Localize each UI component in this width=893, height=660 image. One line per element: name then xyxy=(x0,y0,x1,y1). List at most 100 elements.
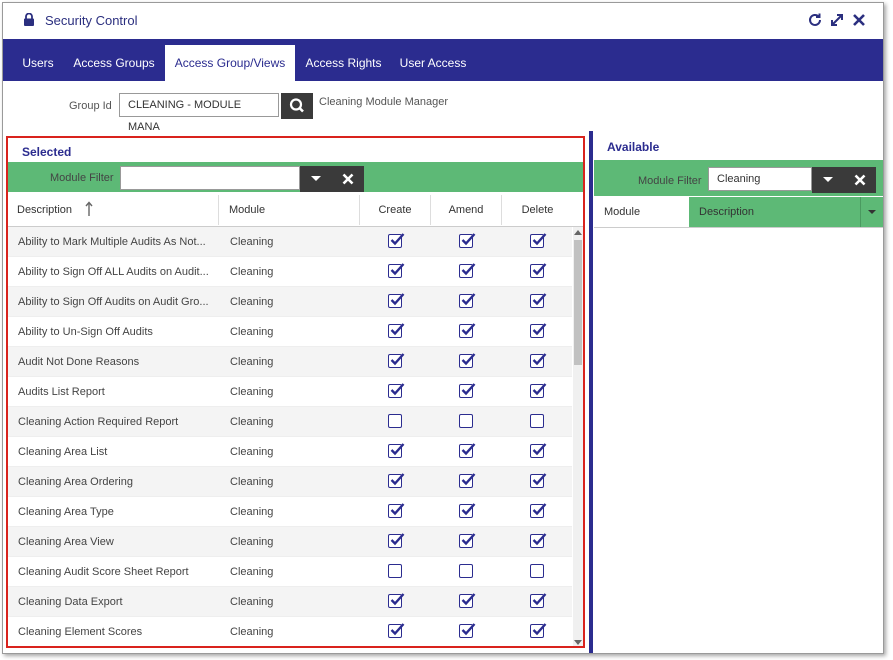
delete-checkbox[interactable] xyxy=(530,323,547,338)
column-header-amend[interactable]: Amend xyxy=(431,195,502,225)
column-menu-button[interactable] xyxy=(860,197,883,227)
create-checkbox[interactable] xyxy=(388,263,405,278)
row-description: Cleaning Action Required Report xyxy=(18,416,179,428)
amend-checkbox[interactable] xyxy=(459,623,476,638)
create-checkbox[interactable] xyxy=(388,414,402,428)
create-checkbox[interactable] xyxy=(388,323,405,338)
create-checkbox[interactable] xyxy=(388,623,405,638)
amend-checkbox[interactable] xyxy=(459,293,476,308)
group-id-search-button[interactable] xyxy=(281,93,313,119)
checkmark-icon xyxy=(461,293,476,306)
module-filter-dropdown-button[interactable] xyxy=(300,166,332,192)
create-checkbox[interactable] xyxy=(388,503,405,518)
table-row[interactable]: Cleaning Area Type Cleaning xyxy=(8,497,572,527)
available-column-description[interactable]: Description xyxy=(689,197,883,227)
column-header-create[interactable]: Create xyxy=(360,195,431,225)
column-header-module[interactable]: Module xyxy=(219,195,360,225)
table-row[interactable]: Cleaning Area List Cleaning xyxy=(8,437,572,467)
checkmark-icon xyxy=(390,233,405,246)
table-row[interactable]: Cleaning Area Ordering Cleaning xyxy=(8,467,572,497)
column-header-delete[interactable]: Delete xyxy=(502,195,573,225)
create-checkbox[interactable] xyxy=(388,383,405,398)
available-filter-clear-button[interactable] xyxy=(844,167,876,193)
create-checkbox[interactable] xyxy=(388,353,405,368)
checkmark-icon xyxy=(461,533,476,546)
delete-checkbox[interactable] xyxy=(530,623,547,638)
delete-checkbox[interactable] xyxy=(530,503,547,518)
row-module: Cleaning xyxy=(230,476,274,488)
clear-icon xyxy=(342,173,354,185)
tab-access-rights[interactable]: Access Rights xyxy=(301,45,386,81)
amend-checkbox[interactable] xyxy=(459,263,476,278)
module-filter-clear-button[interactable] xyxy=(332,166,364,192)
delete-checkbox[interactable] xyxy=(530,443,547,458)
amend-checkbox[interactable] xyxy=(459,353,476,368)
table-row[interactable]: Ability to Sign Off Audits on Audit Gro.… xyxy=(8,287,572,317)
table-row[interactable]: Cleaning Data Export Cleaning xyxy=(8,587,572,617)
amend-checkbox[interactable] xyxy=(459,323,476,338)
amend-checkbox[interactable] xyxy=(459,503,476,518)
available-module-filter-input[interactable]: Cleaning xyxy=(708,167,812,191)
delete-checkbox[interactable] xyxy=(530,533,547,548)
table-row[interactable]: Cleaning Area View Cleaning xyxy=(8,527,572,557)
scrollbar-thumb[interactable] xyxy=(574,240,582,365)
available-filter-dropdown-button[interactable] xyxy=(812,167,844,193)
delete-checkbox[interactable] xyxy=(530,414,544,428)
table-row[interactable]: Cleaning Action Required Report Cleaning xyxy=(8,407,572,437)
create-checkbox[interactable] xyxy=(388,473,405,488)
scroll-up-icon[interactable] xyxy=(574,230,582,235)
close-icon[interactable] xyxy=(851,12,867,28)
delete-checkbox[interactable] xyxy=(530,593,547,608)
selected-filter-bar: Module Filter xyxy=(8,162,583,192)
table-row[interactable]: Cleaning Audit Score Sheet Report Cleanin… xyxy=(8,557,572,587)
amend-checkbox[interactable] xyxy=(459,473,476,488)
table-row[interactable]: Ability to Sign Off ALL Audits on Audit.… xyxy=(8,257,572,287)
create-checkbox[interactable] xyxy=(388,233,405,248)
delete-checkbox[interactable] xyxy=(530,263,547,278)
chevron-down-icon xyxy=(823,177,833,182)
table-row[interactable]: Ability to Un-Sign Off Audits Cleaning xyxy=(8,317,572,347)
table-row[interactable]: Audits List Report Cleaning xyxy=(8,377,572,407)
row-description: Ability to Sign Off ALL Audits on Audit.… xyxy=(18,266,209,278)
delete-checkbox[interactable] xyxy=(530,564,544,578)
module-filter-input[interactable] xyxy=(120,166,300,190)
checkmark-icon xyxy=(532,233,547,246)
table-row[interactable]: Ability to Mark Multiple Audits As Not..… xyxy=(8,227,572,257)
amend-checkbox[interactable] xyxy=(459,564,473,578)
checkmark-icon xyxy=(461,623,476,636)
available-column-module[interactable]: Module xyxy=(594,197,688,227)
delete-checkbox[interactable] xyxy=(530,383,547,398)
tab-user-access[interactable]: User Access xyxy=(393,45,473,81)
tab-access-group-views[interactable]: Access Group/Views xyxy=(165,45,295,81)
tab-access-groups[interactable]: Access Groups xyxy=(69,45,159,81)
scroll-down-icon[interactable] xyxy=(574,640,582,645)
tab-users[interactable]: Users xyxy=(13,45,63,81)
checkmark-icon xyxy=(532,593,547,606)
create-checkbox[interactable] xyxy=(388,564,402,578)
column-header-description[interactable]: Description xyxy=(8,195,219,225)
create-checkbox[interactable] xyxy=(388,443,405,458)
group-id-input[interactable]: CLEANING - MODULE MANA xyxy=(119,93,279,133)
expand-icon[interactable] xyxy=(829,12,845,28)
amend-checkbox[interactable] xyxy=(459,383,476,398)
checkmark-icon xyxy=(390,623,405,636)
amend-checkbox[interactable] xyxy=(459,414,473,428)
amend-checkbox[interactable] xyxy=(459,533,476,548)
delete-checkbox[interactable] xyxy=(530,353,547,368)
amend-checkbox[interactable] xyxy=(459,593,476,608)
amend-checkbox[interactable] xyxy=(459,443,476,458)
available-column-description-label: Description xyxy=(699,206,755,218)
create-checkbox[interactable] xyxy=(388,533,405,548)
table-row[interactable]: Audit Not Done Reasons Cleaning xyxy=(8,347,572,377)
lock-icon xyxy=(24,13,34,26)
delete-checkbox[interactable] xyxy=(530,233,547,248)
checkmark-icon xyxy=(532,263,547,276)
create-checkbox[interactable] xyxy=(388,293,405,308)
refresh-icon[interactable] xyxy=(807,12,823,28)
delete-checkbox[interactable] xyxy=(530,473,547,488)
delete-checkbox[interactable] xyxy=(530,293,547,308)
create-checkbox[interactable] xyxy=(388,593,405,608)
vertical-scrollbar[interactable] xyxy=(573,227,583,646)
table-row[interactable]: Cleaning Element Scores Cleaning xyxy=(8,617,572,646)
amend-checkbox[interactable] xyxy=(459,233,476,248)
